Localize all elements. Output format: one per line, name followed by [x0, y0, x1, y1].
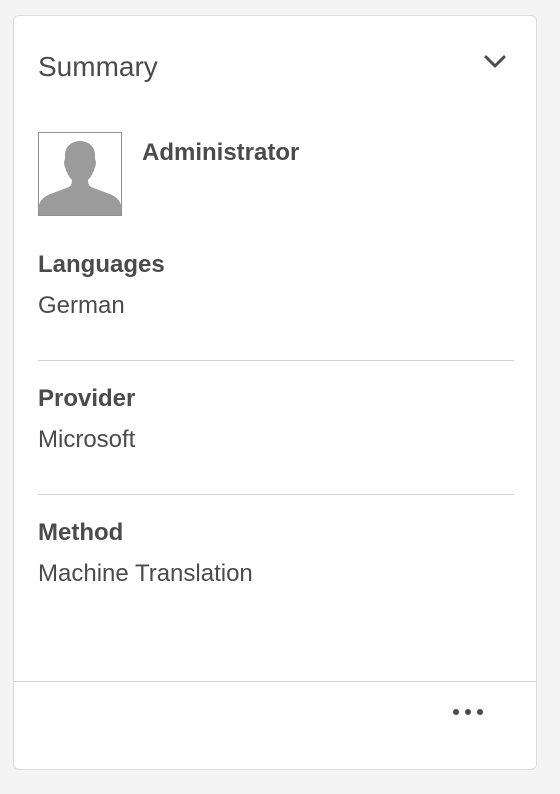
- summary-card: Summary Administrator Languages German P…: [13, 15, 537, 770]
- provider-value: Microsoft: [38, 426, 136, 453]
- avatar: [38, 132, 122, 216]
- languages-label: Languages: [38, 251, 165, 278]
- divider: [38, 494, 514, 495]
- card-title: Summary: [38, 51, 158, 82]
- divider: [38, 360, 514, 361]
- languages-section: Languages German: [38, 250, 514, 321]
- provider-section: Provider Microsoft: [38, 384, 514, 455]
- user-silhouette-icon: [39, 141, 121, 215]
- chevron-down-icon[interactable]: [482, 52, 508, 72]
- method-value: Machine Translation: [38, 560, 253, 587]
- provider-label: Provider: [38, 385, 136, 412]
- footer-divider: [14, 681, 536, 682]
- more-actions-button[interactable]: [446, 700, 490, 724]
- method-label: Method: [38, 519, 124, 546]
- method-section: Method Machine Translation: [38, 518, 514, 589]
- more-horizontal-icon: [453, 709, 483, 715]
- languages-value: German: [38, 292, 125, 319]
- user-name: Administrator: [142, 139, 300, 166]
